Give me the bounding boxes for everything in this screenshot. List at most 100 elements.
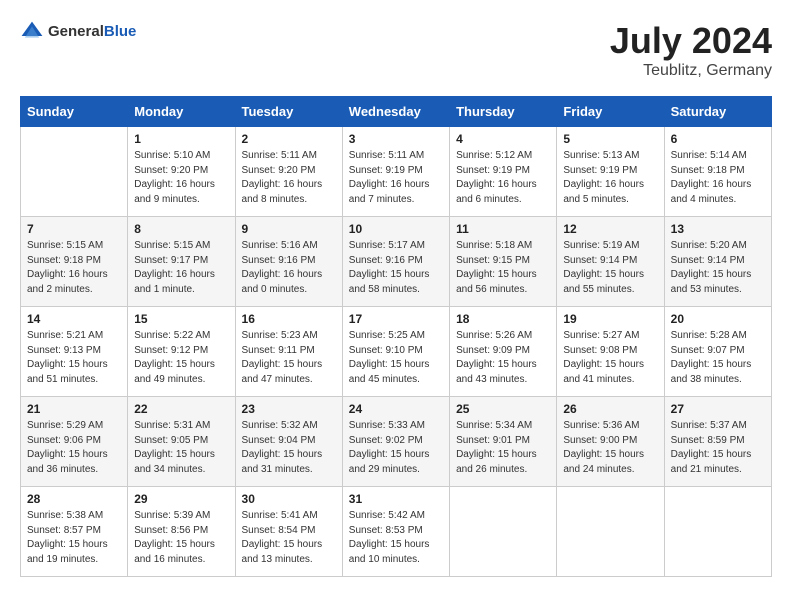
- day-cell: 22 Sunrise: 5:31 AMSunset: 9:05 PMDaylig…: [128, 397, 235, 487]
- day-info: Sunrise: 5:28 AMSunset: 9:07 PMDaylight:…: [671, 329, 765, 387]
- col-header-tuesday: Tuesday: [235, 97, 342, 127]
- day-cell: 27 Sunrise: 5:37 AMSunset: 8:59 PMDaylig…: [664, 397, 771, 487]
- day-info: Sunrise: 5:34 AMSunset: 9:01 PMDaylight:…: [456, 419, 550, 477]
- day-cell: 3 Sunrise: 5:11 AMSunset: 9:19 PMDayligh…: [342, 127, 449, 217]
- day-info: Sunrise: 5:32 AMSunset: 9:04 PMDaylight:…: [242, 419, 336, 477]
- day-number: 14: [27, 312, 121, 326]
- day-cell: [557, 487, 664, 577]
- day-number: 12: [563, 222, 657, 236]
- day-number: 16: [242, 312, 336, 326]
- logo-general: General: [48, 23, 104, 40]
- day-cell: [450, 487, 557, 577]
- day-number: 5: [563, 132, 657, 146]
- day-number: 9: [242, 222, 336, 236]
- day-cell: 9 Sunrise: 5:16 AMSunset: 9:16 PMDayligh…: [235, 217, 342, 307]
- day-info: Sunrise: 5:22 AMSunset: 9:12 PMDaylight:…: [134, 329, 228, 387]
- day-cell: 25 Sunrise: 5:34 AMSunset: 9:01 PMDaylig…: [450, 397, 557, 487]
- day-number: 28: [27, 492, 121, 506]
- col-header-saturday: Saturday: [664, 97, 771, 127]
- week-row-2: 7 Sunrise: 5:15 AMSunset: 9:18 PMDayligh…: [21, 217, 772, 307]
- day-number: 2: [242, 132, 336, 146]
- day-cell: 12 Sunrise: 5:19 AMSunset: 9:14 PMDaylig…: [557, 217, 664, 307]
- day-info: Sunrise: 5:25 AMSunset: 9:10 PMDaylight:…: [349, 329, 443, 387]
- day-number: 10: [349, 222, 443, 236]
- day-number: 24: [349, 402, 443, 416]
- day-info: Sunrise: 5:15 AMSunset: 9:17 PMDaylight:…: [134, 239, 228, 297]
- day-info: Sunrise: 5:21 AMSunset: 9:13 PMDaylight:…: [27, 329, 121, 387]
- day-number: 30: [242, 492, 336, 506]
- day-cell: 21 Sunrise: 5:29 AMSunset: 9:06 PMDaylig…: [21, 397, 128, 487]
- day-cell: 24 Sunrise: 5:33 AMSunset: 9:02 PMDaylig…: [342, 397, 449, 487]
- day-number: 23: [242, 402, 336, 416]
- col-header-friday: Friday: [557, 97, 664, 127]
- day-number: 7: [27, 222, 121, 236]
- day-cell: 18 Sunrise: 5:26 AMSunset: 9:09 PMDaylig…: [450, 307, 557, 397]
- day-info: Sunrise: 5:14 AMSunset: 9:18 PMDaylight:…: [671, 149, 765, 207]
- col-header-sunday: Sunday: [21, 97, 128, 127]
- day-info: Sunrise: 5:42 AMSunset: 8:53 PMDaylight:…: [349, 509, 443, 567]
- day-number: 21: [27, 402, 121, 416]
- day-info: Sunrise: 5:11 AMSunset: 9:19 PMDaylight:…: [349, 149, 443, 207]
- day-info: Sunrise: 5:17 AMSunset: 9:16 PMDaylight:…: [349, 239, 443, 297]
- day-cell: [664, 487, 771, 577]
- day-cell: 16 Sunrise: 5:23 AMSunset: 9:11 PMDaylig…: [235, 307, 342, 397]
- day-info: Sunrise: 5:31 AMSunset: 9:05 PMDaylight:…: [134, 419, 228, 477]
- day-cell: 7 Sunrise: 5:15 AMSunset: 9:18 PMDayligh…: [21, 217, 128, 307]
- day-cell: 31 Sunrise: 5:42 AMSunset: 8:53 PMDaylig…: [342, 487, 449, 577]
- day-info: Sunrise: 5:19 AMSunset: 9:14 PMDaylight:…: [563, 239, 657, 297]
- day-number: 13: [671, 222, 765, 236]
- day-number: 25: [456, 402, 550, 416]
- week-row-3: 14 Sunrise: 5:21 AMSunset: 9:13 PMDaylig…: [21, 307, 772, 397]
- day-info: Sunrise: 5:16 AMSunset: 9:16 PMDaylight:…: [242, 239, 336, 297]
- day-number: 26: [563, 402, 657, 416]
- day-info: Sunrise: 5:26 AMSunset: 9:09 PMDaylight:…: [456, 329, 550, 387]
- day-info: Sunrise: 5:29 AMSunset: 9:06 PMDaylight:…: [27, 419, 121, 477]
- week-row-1: 1 Sunrise: 5:10 AMSunset: 9:20 PMDayligh…: [21, 127, 772, 217]
- day-number: 15: [134, 312, 228, 326]
- day-info: Sunrise: 5:15 AMSunset: 9:18 PMDaylight:…: [27, 239, 121, 297]
- day-cell: 17 Sunrise: 5:25 AMSunset: 9:10 PMDaylig…: [342, 307, 449, 397]
- day-number: 29: [134, 492, 228, 506]
- calendar-table: SundayMondayTuesdayWednesdayThursdayFrid…: [20, 96, 772, 577]
- day-info: Sunrise: 5:36 AMSunset: 9:00 PMDaylight:…: [563, 419, 657, 477]
- day-number: 31: [349, 492, 443, 506]
- day-info: Sunrise: 5:23 AMSunset: 9:11 PMDaylight:…: [242, 329, 336, 387]
- day-cell: 29 Sunrise: 5:39 AMSunset: 8:56 PMDaylig…: [128, 487, 235, 577]
- logo-text: GeneralBlue: [48, 24, 136, 41]
- day-cell: [21, 127, 128, 217]
- day-cell: 23 Sunrise: 5:32 AMSunset: 9:04 PMDaylig…: [235, 397, 342, 487]
- day-number: 6: [671, 132, 765, 146]
- day-cell: 20 Sunrise: 5:28 AMSunset: 9:07 PMDaylig…: [664, 307, 771, 397]
- day-cell: 6 Sunrise: 5:14 AMSunset: 9:18 PMDayligh…: [664, 127, 771, 217]
- title-block: July 2024 Teublitz, Germany: [610, 20, 772, 80]
- day-info: Sunrise: 5:33 AMSunset: 9:02 PMDaylight:…: [349, 419, 443, 477]
- day-cell: 4 Sunrise: 5:12 AMSunset: 9:19 PMDayligh…: [450, 127, 557, 217]
- logo: GeneralBlue: [20, 20, 136, 44]
- day-number: 27: [671, 402, 765, 416]
- day-info: Sunrise: 5:41 AMSunset: 8:54 PMDaylight:…: [242, 509, 336, 567]
- location: Teublitz, Germany: [610, 62, 772, 80]
- week-row-5: 28 Sunrise: 5:38 AMSunset: 8:57 PMDaylig…: [21, 487, 772, 577]
- day-number: 17: [349, 312, 443, 326]
- col-header-thursday: Thursday: [450, 97, 557, 127]
- header-row: SundayMondayTuesdayWednesdayThursdayFrid…: [21, 97, 772, 127]
- day-number: 18: [456, 312, 550, 326]
- month-title: July 2024: [610, 20, 772, 62]
- day-number: 1: [134, 132, 228, 146]
- col-header-monday: Monday: [128, 97, 235, 127]
- day-cell: 1 Sunrise: 5:10 AMSunset: 9:20 PMDayligh…: [128, 127, 235, 217]
- week-row-4: 21 Sunrise: 5:29 AMSunset: 9:06 PMDaylig…: [21, 397, 772, 487]
- day-info: Sunrise: 5:18 AMSunset: 9:15 PMDaylight:…: [456, 239, 550, 297]
- logo-blue: Blue: [104, 23, 137, 40]
- day-cell: 26 Sunrise: 5:36 AMSunset: 9:00 PMDaylig…: [557, 397, 664, 487]
- day-info: Sunrise: 5:12 AMSunset: 9:19 PMDaylight:…: [456, 149, 550, 207]
- day-info: Sunrise: 5:38 AMSunset: 8:57 PMDaylight:…: [27, 509, 121, 567]
- day-info: Sunrise: 5:13 AMSunset: 9:19 PMDaylight:…: [563, 149, 657, 207]
- page-header: GeneralBlue July 2024 Teublitz, Germany: [20, 20, 772, 80]
- col-header-wednesday: Wednesday: [342, 97, 449, 127]
- day-info: Sunrise: 5:37 AMSunset: 8:59 PMDaylight:…: [671, 419, 765, 477]
- day-cell: 8 Sunrise: 5:15 AMSunset: 9:17 PMDayligh…: [128, 217, 235, 307]
- day-cell: 30 Sunrise: 5:41 AMSunset: 8:54 PMDaylig…: [235, 487, 342, 577]
- day-info: Sunrise: 5:20 AMSunset: 9:14 PMDaylight:…: [671, 239, 765, 297]
- day-info: Sunrise: 5:11 AMSunset: 9:20 PMDaylight:…: [242, 149, 336, 207]
